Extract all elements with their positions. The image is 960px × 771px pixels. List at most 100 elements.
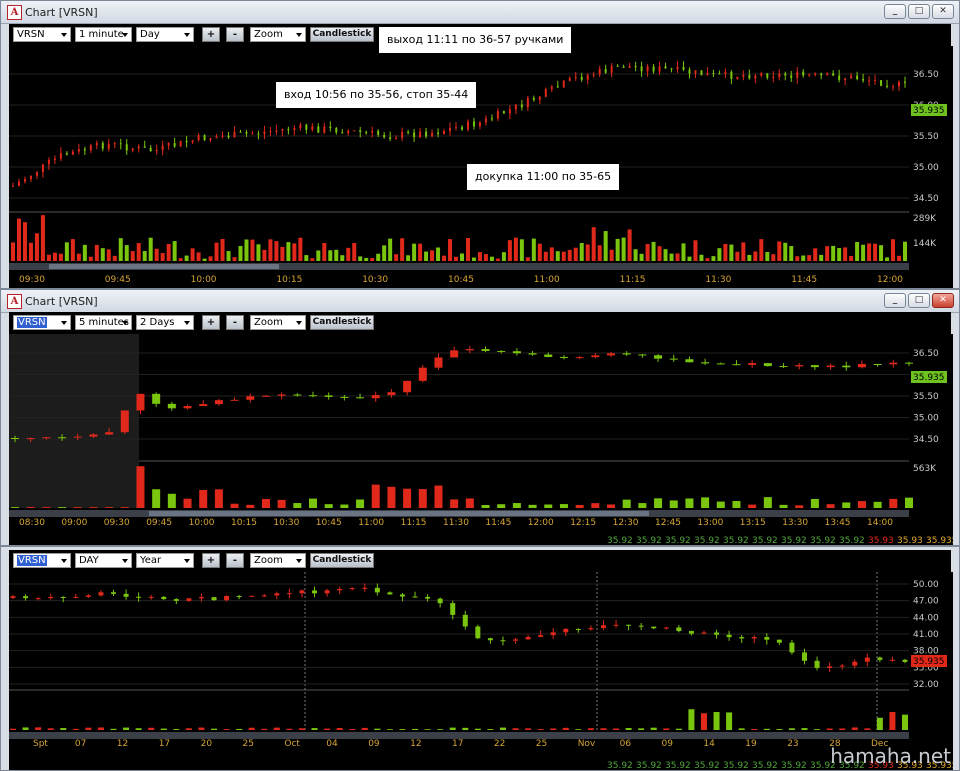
time-tick-label: 12	[410, 739, 421, 749]
zoom-in-button[interactable]: +	[202, 315, 220, 330]
range-select[interactable]: Day	[136, 27, 194, 42]
status-value: 35.93	[897, 536, 923, 545]
candle-body	[186, 598, 192, 601]
time-tick-label: 10:00	[189, 518, 215, 528]
minimize-button[interactable]: _	[884, 4, 906, 19]
volume-bar	[364, 257, 369, 261]
volume-bar	[462, 727, 469, 730]
zoom-out-button[interactable]: -	[226, 315, 244, 330]
candle-body	[814, 73, 817, 75]
candle-body	[842, 365, 851, 368]
candle-body	[89, 145, 92, 151]
volume-bar	[261, 498, 270, 508]
volume-bar	[876, 717, 883, 730]
close-button[interactable]: ✕	[932, 4, 954, 19]
volume-bar	[826, 504, 835, 508]
time-tick-label: 09	[368, 739, 380, 749]
candle-body	[701, 362, 710, 364]
candle-body	[889, 659, 895, 661]
volume-bar	[789, 246, 794, 261]
candle-body	[568, 78, 571, 81]
symbol-select[interactable]: VRSN	[13, 553, 71, 568]
candle-body	[98, 592, 104, 596]
candle-body	[323, 126, 326, 133]
candle-body	[496, 111, 499, 119]
status-value: 35.92	[839, 536, 865, 545]
volume-bar	[334, 249, 339, 261]
zoom-out-button[interactable]: -	[226, 27, 244, 42]
price-chart[interactable]: 36.5036.0035.5035.0034.5035.935563K08:30…	[9, 334, 953, 545]
candle-body	[214, 400, 223, 405]
time-tick-label: 10:45	[316, 518, 342, 528]
candle-body	[455, 127, 458, 129]
price-tick-label: 35.50	[913, 132, 939, 142]
volume-bar	[701, 497, 710, 508]
volume-bar	[777, 241, 782, 261]
volume-bar	[600, 728, 607, 730]
interval-select[interactable]: DAY	[75, 553, 132, 568]
candle-body	[801, 652, 807, 661]
price-tick-label: 34.50	[913, 435, 939, 445]
chart-type-button[interactable]: Candlestick	[310, 27, 374, 42]
candle-body	[886, 85, 889, 87]
volume-bar	[230, 503, 239, 508]
zoom-out-button[interactable]: -	[226, 553, 244, 568]
interval-select[interactable]: 5 minutes	[75, 315, 132, 330]
candle-body	[513, 639, 519, 641]
price-tick-label: 47.00	[913, 597, 939, 607]
chart-type-button[interactable]: Candlestick	[310, 553, 374, 568]
candle-body	[877, 657, 883, 660]
premarket-shade	[9, 334, 139, 508]
interval-select[interactable]: 1 minute	[75, 27, 132, 42]
candle-body	[311, 126, 314, 130]
candle-body	[197, 135, 200, 141]
volume-bar	[322, 243, 327, 261]
zoom-select[interactable]: Zoom	[250, 315, 306, 330]
candle-body	[487, 638, 493, 641]
candle-body	[764, 637, 770, 640]
status-value: 35.92	[607, 536, 633, 545]
time-tick-label: 11:30	[705, 275, 731, 285]
volume-tick-label: 563K	[913, 464, 937, 474]
candle-body	[760, 73, 763, 76]
volume-bar	[412, 243, 417, 261]
candle-body	[856, 75, 859, 80]
symbol-select[interactable]: VRSN	[13, 27, 71, 42]
volume-bar	[801, 255, 806, 261]
range-select[interactable]: 2 Days	[136, 315, 194, 330]
volume-bar	[459, 253, 464, 261]
price-chart[interactable]: 50.00 47.00 44.00 41.00 38.00 35.00 32.00 35.93…	[9, 572, 953, 770]
zoom-in-button[interactable]: +	[202, 553, 220, 568]
volume-bar	[705, 258, 710, 261]
price-tick-label: 34.50	[913, 194, 939, 204]
zoom-in-button[interactable]: +	[202, 27, 220, 42]
zoom-select[interactable]: Zoom	[250, 27, 306, 42]
symbol-select[interactable]: VRSN	[13, 315, 71, 330]
candle-body	[892, 86, 895, 88]
candle-body	[35, 172, 38, 176]
maximize-button[interactable]: □	[908, 293, 930, 308]
maximize-button[interactable]: □	[908, 4, 930, 19]
close-button[interactable]: ✕	[932, 293, 954, 308]
candle-body	[374, 587, 380, 593]
annotation-add: докупка 11:00 по 35-65	[467, 164, 620, 190]
range-select[interactable]: Year	[136, 553, 194, 568]
candle-body	[779, 366, 788, 368]
minimize-button[interactable]: _	[884, 293, 906, 308]
volume-bar	[861, 244, 866, 261]
time-tick-label: 12:45	[655, 518, 681, 528]
volume-bar	[651, 241, 656, 261]
volume-bar	[76, 253, 81, 261]
candle-body	[443, 131, 446, 135]
candle-body	[732, 364, 741, 366]
volume-bar	[889, 498, 898, 508]
time-tick-label: 04	[326, 739, 338, 749]
volume-bar	[622, 499, 631, 508]
candle-body	[640, 66, 643, 72]
chart-type-button[interactable]: Candlestick	[310, 315, 374, 330]
candle-body	[873, 363, 882, 365]
volume-bar	[688, 709, 695, 730]
candle-body	[904, 81, 906, 83]
zoom-select[interactable]: Zoom	[250, 553, 306, 568]
volume-bar	[525, 257, 530, 261]
